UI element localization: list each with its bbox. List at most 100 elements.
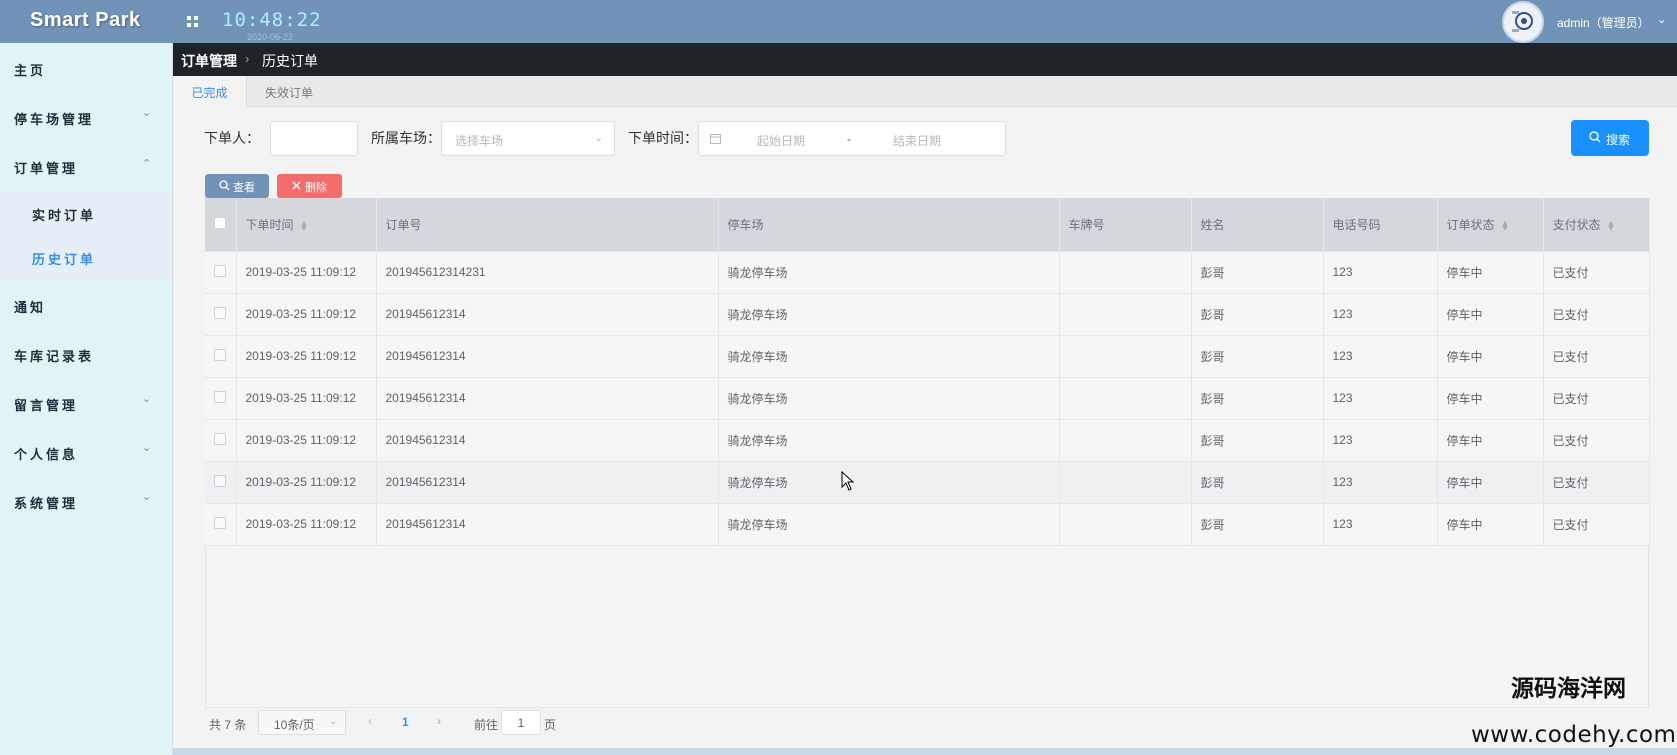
sidebar-item-order-management[interactable]: 订单管理 ⌃ xyxy=(0,141,172,190)
table-row[interactable]: 2019-03-25 11:09:12 201945612314231 骑龙停车… xyxy=(205,251,1650,294)
order-tabs: 已完成 失效订单 xyxy=(173,76,1677,107)
row-checkbox-cell xyxy=(205,461,237,504)
row-checkbox[interactable] xyxy=(214,348,226,361)
cell-time: 2019-03-25 11:09:12 xyxy=(236,293,377,336)
cell-order-no: 201945612314 xyxy=(376,293,719,336)
end-date-input[interactable]: 结束日期 xyxy=(893,132,941,149)
sort-icon[interactable]: ▲ ▼ xyxy=(1501,218,1510,232)
watermark-title: 源码海洋网 xyxy=(1511,675,1626,702)
table-row[interactable]: 2019-03-25 11:09:12 201945612314 骑龙停车场 彭… xyxy=(205,377,1650,420)
table-row[interactable]: 2019-03-25 11:09:12 201945612314 骑龙停车场 彭… xyxy=(205,503,1650,546)
cell-phone: 123 xyxy=(1323,251,1438,294)
sort-icon[interactable]: ▲ ▼ xyxy=(1607,218,1616,232)
tab-invalid-orders[interactable]: 失效订单 xyxy=(247,76,331,107)
date-range-picker[interactable]: 起始日期 - 结束日期 xyxy=(698,121,1006,156)
cell-plate xyxy=(1059,377,1192,420)
cell-phone: 123 xyxy=(1323,461,1438,504)
start-date-input[interactable]: 起始日期 xyxy=(757,132,805,149)
orders-table: 下单时间 ▲ ▼ 订单号 停车场 车牌号 姓名 电话号码 订单状态 ▲ ▼ 支付状态 ▲ ▼… xyxy=(205,198,1650,708)
cell-plate xyxy=(1059,419,1192,462)
pagination-total: 共 7 条 xyxy=(209,718,247,732)
tab-completed[interactable]: 已完成 xyxy=(173,76,247,107)
view-button[interactable]: 查看 xyxy=(205,174,269,198)
sidebar-item-personal-info[interactable]: 个人信息 ⌄ xyxy=(0,427,172,476)
cell-name: 彭哥 xyxy=(1191,461,1324,504)
orderer-input[interactable] xyxy=(270,121,358,156)
cell-pay: 已支付 xyxy=(1543,293,1650,336)
range-separator: - xyxy=(847,132,851,146)
cell-lot: 骑龙停车场 xyxy=(718,293,1060,336)
column-order-status[interactable]: 订单状态 ▲ ▼ xyxy=(1437,198,1544,252)
search-button[interactable]: 搜索 xyxy=(1571,120,1649,156)
sidebar-item-notifications[interactable]: 通知 xyxy=(0,280,172,329)
sidebar-item-history-orders[interactable]: 历史订单 xyxy=(0,235,172,279)
select-all-checkbox[interactable] xyxy=(214,216,226,229)
cell-order-no: 201945612314 xyxy=(376,461,719,504)
table-row[interactable]: 2019-03-25 11:09:12 201945612314 骑龙停车场 彭… xyxy=(205,335,1650,378)
delete-button[interactable]: 删除 xyxy=(277,174,342,198)
cell-status: 停车中 xyxy=(1437,419,1544,462)
goto-page-input[interactable]: 1 xyxy=(501,710,541,735)
delete-button-label: 删除 xyxy=(305,182,327,194)
row-checkbox[interactable] xyxy=(214,516,226,529)
search-icon xyxy=(219,180,230,191)
row-checkbox[interactable] xyxy=(214,306,226,319)
cell-pay: 已支付 xyxy=(1543,251,1650,294)
cell-order-no: 201945612314 xyxy=(376,335,719,378)
column-order-time[interactable]: 下单时间 ▲ ▼ xyxy=(236,198,377,252)
table-row[interactable]: 2019-03-25 11:09:12 201945612314 骑龙停车场 彭… xyxy=(205,293,1650,336)
sidebar-item-parking-management[interactable]: 停车场管理 ⌄ xyxy=(0,92,172,141)
column-pay-status[interactable]: 支付状态 ▲ ▼ xyxy=(1543,198,1650,252)
sidebar-item-realtime-orders[interactable]: 实时订单 xyxy=(0,191,172,235)
cell-name: 彭哥 xyxy=(1191,293,1324,336)
top-header: Smart Park 10:48:22 2020-06-22 admin（管理员… xyxy=(0,0,1677,43)
cell-status: 停车中 xyxy=(1437,293,1544,336)
sidebar-item-home[interactable]: 主页 xyxy=(0,43,172,92)
cell-plate xyxy=(1059,293,1192,336)
sidebar-item-message-management[interactable]: 留言管理 ⌄ xyxy=(0,378,172,427)
grid-icon[interactable] xyxy=(187,16,198,27)
row-checkbox[interactable] xyxy=(214,474,226,487)
page-size-value: 10条/页 xyxy=(274,718,315,732)
row-checkbox[interactable] xyxy=(214,432,226,445)
page-size-select[interactable]: 10条/页 ⌄ xyxy=(258,710,346,735)
brand-logo[interactable]: Smart Park xyxy=(30,9,141,32)
parking-select[interactable]: 选择车场 ⌄ xyxy=(441,121,615,156)
column-label: 支付状态 xyxy=(1552,217,1601,232)
table-row[interactable]: 2019-03-25 11:09:12 201945612314 骑龙停车场 彭… xyxy=(205,461,1650,504)
chevron-right-icon: › xyxy=(245,51,250,66)
row-checkbox-cell xyxy=(205,377,237,420)
chevron-down-icon: ⌄ xyxy=(142,107,152,119)
cell-lot: 骑龙停车场 xyxy=(718,503,1060,546)
cell-pay: 已支付 xyxy=(1543,419,1650,462)
column-parking-lot: 停车场 xyxy=(718,198,1060,252)
avatar[interactable] xyxy=(1502,1,1544,43)
cell-name: 彭哥 xyxy=(1191,335,1324,378)
watermark-url: www.codehy.com xyxy=(1471,722,1677,748)
breadcrumb-order-management[interactable]: 订单管理 xyxy=(181,51,237,71)
user-menu[interactable]: admin（管理员） xyxy=(1557,14,1650,31)
table-header-row: 下单时间 ▲ ▼ 订单号 停车场 车牌号 姓名 电话号码 订单状态 ▲ ▼ 支付状态 ▲ ▼ xyxy=(205,198,1650,252)
table-row[interactable]: 2019-03-25 11:09:12 201945612314 骑龙停车场 彭… xyxy=(205,419,1650,462)
chevron-down-icon: ⌄ xyxy=(142,393,152,405)
chevron-down-icon[interactable]: ⌄ xyxy=(1657,13,1666,26)
sort-icon[interactable]: ▲ ▼ xyxy=(300,218,309,232)
page-unit-label: 页 xyxy=(544,718,557,732)
cell-name: 彭哥 xyxy=(1191,377,1324,420)
row-checkbox[interactable] xyxy=(214,264,226,277)
cell-plate xyxy=(1059,503,1192,546)
column-label: 车牌号 xyxy=(1068,217,1105,232)
cell-pay: 已支付 xyxy=(1543,503,1650,546)
cell-status: 停车中 xyxy=(1437,377,1544,420)
column-label: 姓名 xyxy=(1200,217,1225,232)
cell-phone: 123 xyxy=(1323,293,1438,336)
row-checkbox[interactable] xyxy=(214,390,226,403)
page-number-1[interactable]: 1 xyxy=(402,715,409,729)
cell-time: 2019-03-25 11:09:12 xyxy=(236,335,377,378)
cell-status: 停车中 xyxy=(1437,461,1544,504)
next-page-button[interactable]: › xyxy=(437,714,441,728)
prev-page-button[interactable]: ‹ xyxy=(368,714,372,728)
sidebar-item-system-management[interactable]: 系统管理 ⌄ xyxy=(0,476,172,525)
sidebar-item-label: 订单管理 xyxy=(14,161,79,176)
sidebar-item-garage-records[interactable]: 车库记录表 xyxy=(0,329,172,378)
